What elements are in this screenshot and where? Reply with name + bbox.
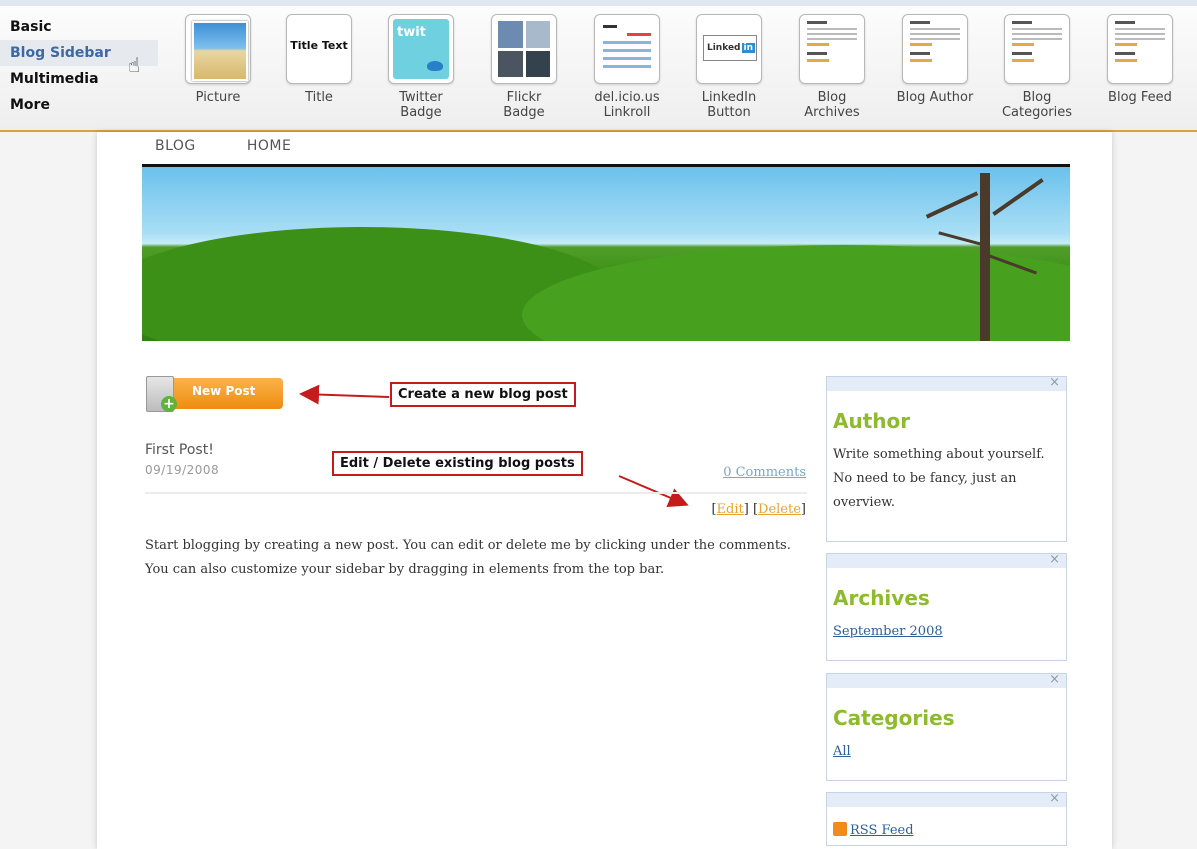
palette-twitter-label: Twitter Badge [399, 90, 443, 120]
flickr-thumb-icon [491, 14, 557, 84]
plus-icon: + [161, 396, 177, 412]
post-body: Start blogging by creating a new post. Y… [145, 538, 791, 577]
nav-home[interactable]: HOME [247, 138, 291, 154]
widget-palette-bar: Basic Blog Sidebar Multimedia More ☝ Pic… [0, 0, 1197, 132]
widget-rss[interactable]: × RSS Feed [826, 791, 1067, 846]
category-basic[interactable]: Basic [0, 14, 158, 40]
palette-linkedin-label: LinkedIn Button [701, 90, 757, 120]
categories-thumb-icon [1004, 14, 1070, 84]
palette-twitter-badge[interactable]: twit Twitter Badge [371, 14, 471, 120]
archives-link[interactable]: September 2008 [833, 624, 943, 639]
close-icon[interactable]: × [1049, 552, 1060, 567]
archives-thumb-icon [799, 14, 865, 84]
post-title: First Post! [145, 442, 214, 458]
author-title: Author [833, 409, 911, 433]
category-more[interactable]: More [0, 92, 158, 118]
close-icon[interactable]: × [1049, 375, 1060, 390]
widget-author[interactable]: × Author Write something about yourself.… [826, 375, 1067, 542]
categories-title: Categories [833, 706, 955, 730]
callout-create-post: Create a new blog post [390, 382, 576, 407]
palette-title-label: Title [305, 90, 333, 105]
palette-delicious-label: del.icio.us Linkroll [594, 90, 660, 120]
new-post-button[interactable]: + New Post [146, 376, 283, 412]
palette-title[interactable]: Title Text Title [269, 14, 369, 105]
palette-archives-label: Blog Archives [804, 90, 860, 120]
palette-blog-categories[interactable]: Blog Categories [987, 14, 1087, 120]
arrow-to-new-post [299, 384, 390, 405]
post-date: 09/19/2008 [145, 463, 220, 477]
blog-page: BLOG HOME + New Post Create a new blog p… [97, 132, 1112, 849]
archives-title: Archives [833, 586, 930, 610]
post-actions: [Edit] [Delete] [711, 502, 806, 517]
close-icon[interactable]: × [1049, 791, 1060, 806]
twitter-thumb-icon: twit [388, 14, 454, 84]
palette-feed-label: Blog Feed [1108, 90, 1172, 105]
edit-link[interactable]: Edit [717, 502, 744, 517]
picture-thumb-icon [185, 14, 251, 84]
top-strip [0, 0, 1197, 6]
feed-thumb-icon [1107, 14, 1173, 84]
palette-flickr-badge[interactable]: Flickr Badge [474, 14, 574, 120]
callout-edit-delete: Edit / Delete existing blog posts [332, 451, 583, 476]
close-icon[interactable]: × [1049, 672, 1060, 687]
linkedin-thumb-icon: Linked in [696, 14, 762, 84]
post-divider [145, 492, 807, 494]
palette-author-label: Blog Author [896, 90, 974, 105]
author-thumb-icon [902, 14, 968, 84]
header-banner-image [142, 164, 1070, 341]
delete-link[interactable]: Delete [758, 502, 801, 517]
rss-feed-link[interactable]: RSS Feed [833, 822, 914, 838]
hand-cursor-icon: ☝ [128, 53, 141, 77]
categories-link[interactable]: All [833, 744, 851, 759]
palette-linkedin-button[interactable]: Linked in LinkedIn Button [679, 14, 779, 120]
palette-blog-archives[interactable]: Blog Archives [782, 14, 882, 120]
tree-icon [925, 167, 1044, 341]
blog-nav: BLOG HOME [155, 135, 337, 154]
palette-blog-author[interactable]: Blog Author [885, 14, 985, 105]
arrow-to-edit-delete [618, 475, 689, 507]
author-text: Write something about yourself. No need … [833, 447, 1045, 510]
palette-flickr-label: Flickr Badge [503, 90, 545, 120]
palette-delicious-linkroll[interactable]: del.icio.us Linkroll [577, 14, 677, 120]
palette-picture-label: Picture [195, 90, 241, 105]
widget-categories[interactable]: × Categories All [826, 672, 1067, 781]
palette-categories-label: Blog Categories [1001, 90, 1073, 120]
palette-picture[interactable]: Picture [168, 14, 268, 105]
palette-blog-feed[interactable]: Blog Feed [1090, 14, 1190, 105]
new-post-label: New Post [192, 384, 256, 398]
post-comments-link[interactable]: 0 Comments [723, 465, 806, 480]
widget-archives[interactable]: × Archives September 2008 [826, 552, 1067, 661]
rss-icon [833, 822, 847, 836]
delicious-thumb-icon [594, 14, 660, 84]
nav-blog[interactable]: BLOG [155, 138, 196, 154]
title-thumb-icon: Title Text [286, 14, 352, 84]
